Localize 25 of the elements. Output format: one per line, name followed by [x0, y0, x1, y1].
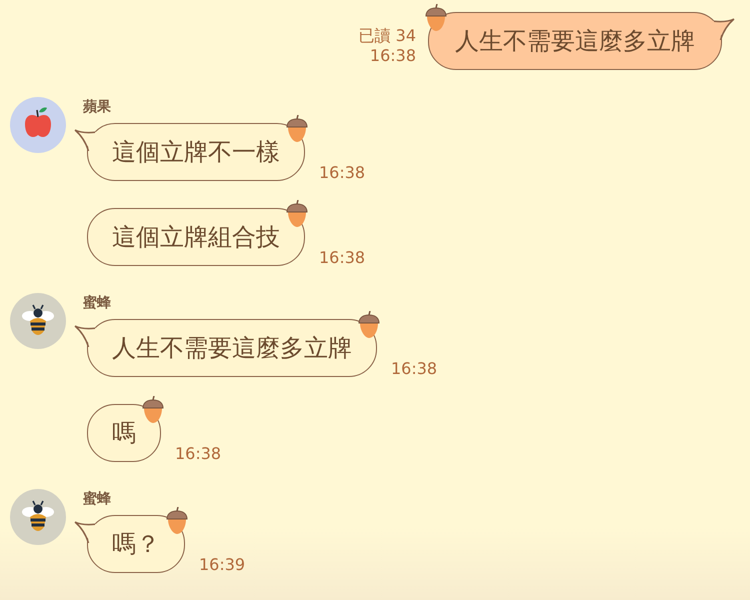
acorn-icon	[141, 396, 165, 424]
message-time: 16:38	[175, 444, 222, 464]
acorn-icon	[424, 4, 448, 32]
message-time: 16:38	[319, 163, 366, 183]
message-bubble[interactable]: 這個立牌組合技	[87, 208, 305, 266]
acorn-icon	[285, 115, 309, 143]
apple-avatar[interactable]	[10, 97, 66, 153]
message-time: 16:38	[391, 359, 438, 379]
message-time: 16:38	[370, 46, 416, 66]
message-bubble[interactable]: 人生不需要這麼多立牌	[87, 319, 377, 377]
sender-name: 蜜蜂	[83, 490, 111, 509]
bee-avatar[interactable]	[10, 489, 66, 545]
bee-avatar[interactable]	[10, 293, 66, 349]
message-bubble[interactable]: 人生不需要這麼多立牌	[428, 12, 722, 70]
read-receipt: 已讀 34	[358, 26, 416, 46]
message-bubble[interactable]: 這個立牌不一樣	[87, 123, 305, 181]
acorn-icon	[285, 200, 309, 228]
acorn-icon	[357, 311, 381, 339]
message-time: 16:39	[199, 555, 246, 575]
sender-name: 蘋果	[83, 98, 111, 117]
message-bubble[interactable]: 嗎	[87, 404, 161, 462]
message-time: 16:38	[319, 248, 366, 268]
message-bubble[interactable]: 嗎？	[87, 515, 185, 573]
acorn-icon	[165, 507, 189, 535]
sender-name: 蜜蜂	[83, 294, 111, 313]
